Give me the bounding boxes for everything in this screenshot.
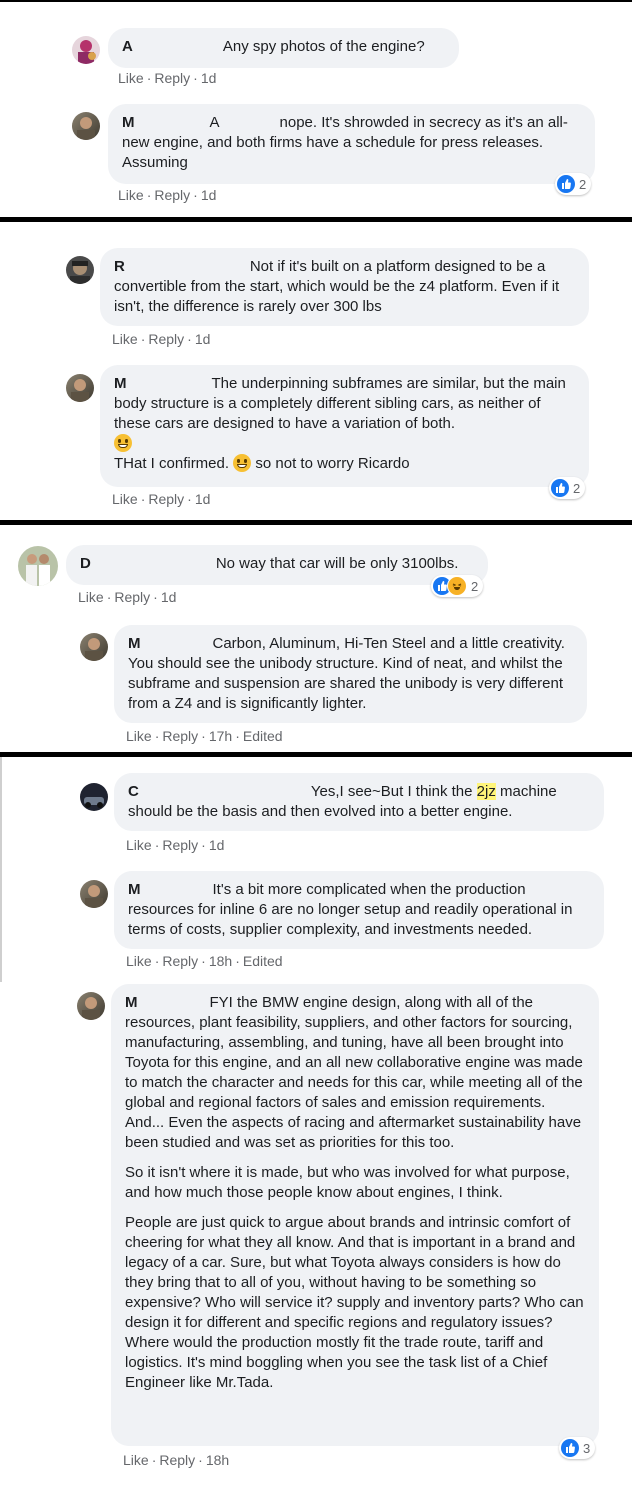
comment-actions: Like · Reply · 1d bbox=[112, 331, 211, 347]
reply-link[interactable]: Reply bbox=[154, 70, 190, 86]
like-reaction-icon bbox=[551, 479, 569, 497]
comment-bubble: R Not if it's built on a platform designe… bbox=[100, 248, 589, 326]
comment-actions: Like · Reply · 1d bbox=[118, 187, 217, 203]
comment-text: It's a bit more complicated when the pro… bbox=[128, 881, 573, 938]
like-link[interactable]: Like bbox=[126, 953, 152, 969]
timestamp[interactable]: 1d bbox=[201, 187, 217, 203]
comment-actions: Like · Reply · 1d bbox=[118, 70, 217, 86]
comment-text: Not if it's built on a platform designed… bbox=[114, 258, 560, 315]
author-name[interactable]: A bbox=[122, 38, 133, 55]
timestamp[interactable]: 1d bbox=[195, 331, 211, 347]
author-name[interactable]: C bbox=[128, 783, 139, 800]
comment-paragraph: So it isn't where it is made, but who wa… bbox=[125, 1164, 570, 1201]
avatar[interactable] bbox=[18, 546, 58, 586]
like-link[interactable]: Like bbox=[118, 70, 144, 86]
like-link[interactable]: Like bbox=[126, 728, 152, 744]
comment-actions: Like · Reply · 1d bbox=[78, 589, 177, 605]
timestamp[interactable]: 1d bbox=[209, 837, 225, 853]
author-name[interactable]: R bbox=[114, 258, 125, 275]
like-link[interactable]: Like bbox=[112, 491, 138, 507]
like-reaction-icon bbox=[561, 1439, 579, 1457]
section-divider bbox=[0, 752, 632, 757]
author-name[interactable]: D bbox=[80, 555, 91, 572]
timestamp[interactable]: 1d bbox=[201, 70, 217, 86]
crop-edge bbox=[0, 757, 2, 982]
reaction-count[interactable]: 2 bbox=[431, 575, 484, 597]
reaction-count[interactable]: 3 bbox=[559, 1437, 596, 1459]
highlighted-keyword[interactable]: 2jz bbox=[476, 783, 496, 800]
like-link[interactable]: Like bbox=[126, 837, 152, 853]
avatar[interactable] bbox=[72, 36, 100, 64]
like-link[interactable]: Like bbox=[112, 331, 138, 347]
comment-bubble: M It's a bit more complicated when the pr… bbox=[114, 871, 604, 949]
author-name[interactable]: M bbox=[125, 994, 138, 1011]
section-divider bbox=[0, 0, 632, 2]
smiley-emoji-icon bbox=[114, 434, 132, 452]
reply-link[interactable]: Reply bbox=[159, 1452, 195, 1468]
comment-text: Carbon, Aluminum, Hi-Ten Steel and a lit… bbox=[128, 635, 565, 712]
comment-text: THat I confirmed. bbox=[114, 455, 230, 472]
comment-bubble: C Yes,I see~But I think the 2jz machine s… bbox=[114, 773, 604, 831]
timestamp[interactable]: 1d bbox=[161, 589, 177, 605]
timestamp[interactable]: 17h bbox=[209, 728, 232, 744]
comment-bubble: D No way that car will be only 3100lbs. bbox=[66, 545, 488, 585]
reply-link[interactable]: Reply bbox=[162, 953, 198, 969]
section-divider bbox=[0, 520, 632, 525]
edited-label[interactable]: Edited bbox=[243, 728, 283, 744]
avatar[interactable] bbox=[80, 880, 108, 908]
reply-link[interactable]: Reply bbox=[162, 837, 198, 853]
comment-bubble: M The underpinning subframes are similar,… bbox=[100, 365, 589, 487]
comment-actions: Like · Reply · 18h bbox=[123, 1452, 230, 1468]
comment-text: Any spy photos of the engine? bbox=[222, 38, 425, 55]
comment-text: The underpinning subframes are similar, … bbox=[114, 375, 566, 432]
reply-link[interactable]: Reply bbox=[162, 728, 198, 744]
avatar[interactable] bbox=[80, 783, 108, 811]
reply-link[interactable]: Reply bbox=[148, 331, 184, 347]
avatar[interactable] bbox=[77, 992, 105, 1020]
like-reaction-icon bbox=[557, 175, 575, 193]
comment-text: Yes,I see~But I think the bbox=[310, 783, 473, 800]
comment-text: FYI the BMW engine design, along with al… bbox=[125, 994, 583, 1151]
comment-text: No way that car will be only 3100lbs. bbox=[215, 555, 459, 572]
avatar[interactable] bbox=[80, 633, 108, 661]
timestamp[interactable]: 18h bbox=[209, 953, 232, 969]
timestamp[interactable]: 1d bbox=[195, 491, 211, 507]
author-name[interactable]: M bbox=[114, 375, 127, 392]
smiley-emoji-icon bbox=[233, 454, 252, 472]
comment-actions: Like · Reply · 1d bbox=[112, 491, 211, 507]
haha-reaction-icon bbox=[447, 576, 467, 596]
reply-link[interactable]: Reply bbox=[148, 491, 184, 507]
comment-paragraph: People are just quick to argue about bra… bbox=[125, 1214, 584, 1391]
comment-bubble: M FYI the BMW engine design, along with a… bbox=[111, 984, 599, 1446]
like-link[interactable]: Like bbox=[78, 589, 104, 605]
author-name[interactable]: M bbox=[128, 635, 141, 652]
comment-text: nope. It's shrowded in secrecy as it's a… bbox=[122, 114, 568, 171]
reaction-count[interactable]: 2 bbox=[549, 477, 586, 499]
comment-actions: Like · Reply · 17h · Edited bbox=[126, 728, 283, 744]
comment-bubble: M Carbon, Aluminum, Hi-Ten Steel and a li… bbox=[114, 625, 587, 723]
reply-link[interactable]: Reply bbox=[114, 589, 150, 605]
timestamp[interactable]: 18h bbox=[206, 1452, 229, 1468]
like-link[interactable]: Like bbox=[123, 1452, 149, 1468]
avatar[interactable] bbox=[66, 374, 94, 402]
comment-actions: Like · Reply · 18h · Edited bbox=[126, 953, 283, 969]
reaction-count[interactable]: 2 bbox=[555, 173, 592, 195]
section-divider bbox=[0, 217, 632, 222]
comment-actions: Like · Reply · 1d bbox=[126, 837, 225, 853]
avatar[interactable] bbox=[66, 256, 94, 284]
avatar[interactable] bbox=[72, 112, 100, 140]
author-name[interactable]: M bbox=[122, 114, 135, 131]
like-link[interactable]: Like bbox=[118, 187, 144, 203]
comment-bubble: A Any spy photos of the engine? bbox=[108, 28, 459, 68]
author-name[interactable]: M bbox=[128, 881, 141, 898]
comment-bubble: M Anope. It's shrowded in secrecy as it's… bbox=[108, 104, 595, 184]
reply-link[interactable]: Reply bbox=[154, 187, 190, 203]
comment-text: so not to worry Ricardo bbox=[255, 455, 410, 472]
mentioned-user[interactable]: A bbox=[210, 114, 220, 131]
edited-label[interactable]: Edited bbox=[243, 953, 283, 969]
